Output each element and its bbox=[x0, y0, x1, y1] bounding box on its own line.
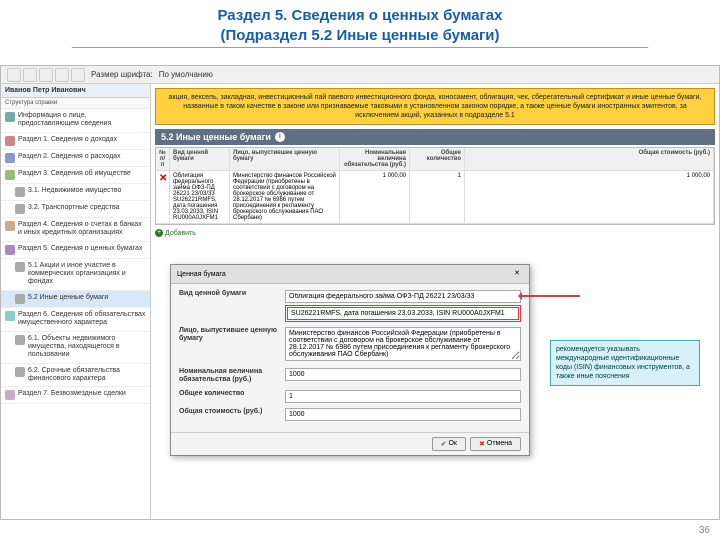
tree-icon bbox=[5, 390, 15, 400]
title-line2: (Подраздел 5.2 Иные ценные бумаги) bbox=[0, 26, 720, 46]
info-icon[interactable]: i bbox=[275, 132, 285, 142]
th: Вид ценной бумаги bbox=[170, 148, 230, 170]
annotation-arrow bbox=[520, 295, 580, 297]
toolbar-icon[interactable] bbox=[71, 68, 85, 82]
toolbar-icon[interactable] bbox=[39, 68, 53, 82]
tree-label: Раздел 3. Сведения об имуществе bbox=[18, 170, 146, 178]
tree-icon bbox=[5, 170, 15, 180]
cell-total: 1 000,00 bbox=[465, 171, 714, 223]
edit-dialog: Ценная бумага ✕ Вид ценной бумаги Лицо, … bbox=[170, 264, 530, 456]
sidebar-item[interactable]: 5.1 Акции и иное участие в коммерческих … bbox=[1, 259, 150, 291]
tree-label: Информация о лице, предоставляющем сведе… bbox=[18, 112, 146, 129]
section-title: 5.2 Иные ценные бумаги i bbox=[155, 129, 715, 145]
info-banner: акция, вексель, закладная, инвестиционны… bbox=[155, 88, 715, 125]
table-row[interactable]: ✕ Облигация федерального займа ОФЗ-ПД 26… bbox=[156, 171, 714, 224]
cell-qty: 1 bbox=[410, 171, 465, 223]
sidebar-item[interactable]: Раздел 4. Сведения о счетах в банках и и… bbox=[1, 218, 150, 242]
tree-label: Раздел 6. Сведения об обязательствах иму… bbox=[18, 311, 146, 328]
tree-label: 3.2. Транспортные средства bbox=[28, 204, 146, 212]
sidebar-item[interactable]: 5.2 Иные ценные бумаги bbox=[1, 291, 150, 308]
tree-icon bbox=[15, 367, 25, 377]
tree-label: 6.2. Срочные обязательства финансового х… bbox=[28, 367, 146, 384]
tree-label: 5.2 Иные ценные бумаги bbox=[28, 294, 146, 302]
th: Общая стоимость (руб.) bbox=[465, 148, 714, 170]
tree-label: Раздел 5. Сведения о ценных бумагах bbox=[18, 245, 146, 253]
tree-icon bbox=[5, 136, 15, 146]
cell-type: Облигация федерального займа ОФЗ-ПД 2622… bbox=[170, 171, 230, 223]
font-size-value: По умолчанию bbox=[159, 70, 213, 79]
slide-title: Раздел 5. Сведения о ценных бумагах (Под… bbox=[0, 0, 720, 50]
toolbar-icon[interactable] bbox=[7, 68, 21, 82]
font-size-label: Размер шрифта: bbox=[91, 70, 153, 79]
tree-icon bbox=[15, 187, 25, 197]
tree-icon bbox=[15, 262, 25, 272]
type-input-2[interactable] bbox=[287, 307, 519, 320]
tree-icon bbox=[5, 311, 15, 321]
sidebar-item[interactable]: Раздел 6. Сведения об обязательствах иму… bbox=[1, 308, 150, 332]
plus-icon: + bbox=[155, 229, 163, 237]
row-delete[interactable]: ✕ bbox=[156, 171, 170, 223]
th: № п/п bbox=[156, 148, 170, 170]
field-label-type: Вид ценной бумаги bbox=[179, 290, 279, 298]
field-label-nominal: Номинальная величина обязательства (руб.… bbox=[179, 368, 279, 385]
tree-label: Раздел 7. Безвозмездные сделки bbox=[18, 390, 146, 398]
cell-issuer: Министерство финансов Российской Федерац… bbox=[230, 171, 340, 223]
tree-icon bbox=[15, 335, 25, 345]
dialog-title: Ценная бумага bbox=[177, 271, 226, 278]
tree-label: Раздел 2. Сведения о расходах bbox=[18, 153, 146, 161]
close-icon[interactable]: ✕ bbox=[511, 268, 523, 280]
add-button[interactable]: + Добавить bbox=[155, 229, 715, 237]
th: Номинальная величина обязательства (руб.… bbox=[340, 148, 410, 170]
total-input[interactable] bbox=[285, 408, 521, 421]
qty-input[interactable] bbox=[285, 390, 521, 403]
add-label: Добавить bbox=[165, 230, 196, 237]
field-label-qty: Общее количество bbox=[179, 390, 279, 398]
ok-button[interactable]: ✔Ок bbox=[432, 437, 466, 451]
cell-nominal: 1 000,00 bbox=[340, 171, 410, 223]
th: Лицо, выпустившее ценную бумагу bbox=[230, 148, 340, 170]
field-label-total: Общая стоимость (руб.) bbox=[179, 408, 279, 416]
page-number: 36 bbox=[699, 525, 710, 536]
toolbar: Размер шрифта: По умолчанию bbox=[1, 66, 719, 84]
th: Общее количество bbox=[410, 148, 465, 170]
callout-box: рекомендуется указывать международные ид… bbox=[550, 340, 700, 386]
title-line1: Раздел 5. Сведения о ценных бумагах bbox=[0, 6, 720, 26]
sidebar-item[interactable]: Информация о лице, предоставляющем сведе… bbox=[1, 109, 150, 133]
toolbar-icon[interactable] bbox=[55, 68, 69, 82]
table-header: № п/п Вид ценной бумаги Лицо, выпустивше… bbox=[156, 148, 714, 171]
tree-icon bbox=[15, 204, 25, 214]
sidebar-item[interactable]: Раздел 1. Сведения о доходах bbox=[1, 133, 150, 150]
tree-label: Раздел 1. Сведения о доходах bbox=[18, 136, 146, 144]
section-title-text: 5.2 Иные ценные бумаги bbox=[161, 132, 271, 142]
sidebar-item[interactable]: Раздел 7. Безвозмездные сделки bbox=[1, 387, 150, 404]
tree-icon bbox=[5, 245, 15, 255]
securities-table: № п/п Вид ценной бумаги Лицо, выпустивше… bbox=[155, 147, 715, 225]
tree-label: Раздел 4. Сведения о счетах в банках и и… bbox=[18, 221, 146, 238]
delete-icon[interactable]: ✕ bbox=[159, 173, 167, 184]
nominal-input[interactable] bbox=[285, 368, 521, 381]
type-input-1[interactable] bbox=[285, 290, 521, 303]
field-label-issuer: Лицо, выпустившее ценную бумагу bbox=[179, 327, 279, 344]
tree-icon bbox=[5, 221, 15, 231]
sidebar-person: Иванов Петр Иванович bbox=[1, 84, 150, 98]
tree-label: 6.1. Объекты недвижимого имущества, нахо… bbox=[28, 335, 146, 360]
sidebar-item[interactable]: 6.2. Срочные обязательства финансового х… bbox=[1, 364, 150, 388]
sidebar-item[interactable]: 6.1. Объекты недвижимого имущества, нахо… bbox=[1, 332, 150, 364]
sidebar-subtitle: Структура справки bbox=[1, 98, 150, 109]
tree-icon bbox=[5, 112, 15, 122]
sidebar-item[interactable]: 3.1. Недвижимое имущество bbox=[1, 184, 150, 201]
tree-icon bbox=[5, 153, 15, 163]
sidebar-item[interactable]: Раздел 2. Сведения о расходах bbox=[1, 150, 150, 167]
sidebar-item[interactable]: 3.2. Транспортные средства bbox=[1, 201, 150, 218]
toolbar-icon[interactable] bbox=[23, 68, 37, 82]
tree-label: 3.1. Недвижимое имущество bbox=[28, 187, 146, 195]
tree-icon bbox=[15, 294, 25, 304]
tree-label: 5.1 Акции и иное участие в коммерческих … bbox=[28, 262, 146, 287]
sidebar-item[interactable]: Раздел 3. Сведения об имуществе bbox=[1, 167, 150, 184]
issuer-input[interactable] bbox=[285, 327, 521, 361]
dialog-titlebar[interactable]: Ценная бумага ✕ bbox=[171, 265, 529, 284]
cancel-button[interactable]: ✖Отмена bbox=[470, 437, 521, 451]
sidebar: Иванов Петр Иванович Структура справки И… bbox=[1, 84, 151, 519]
sidebar-item[interactable]: Раздел 5. Сведения о ценных бумагах bbox=[1, 242, 150, 259]
